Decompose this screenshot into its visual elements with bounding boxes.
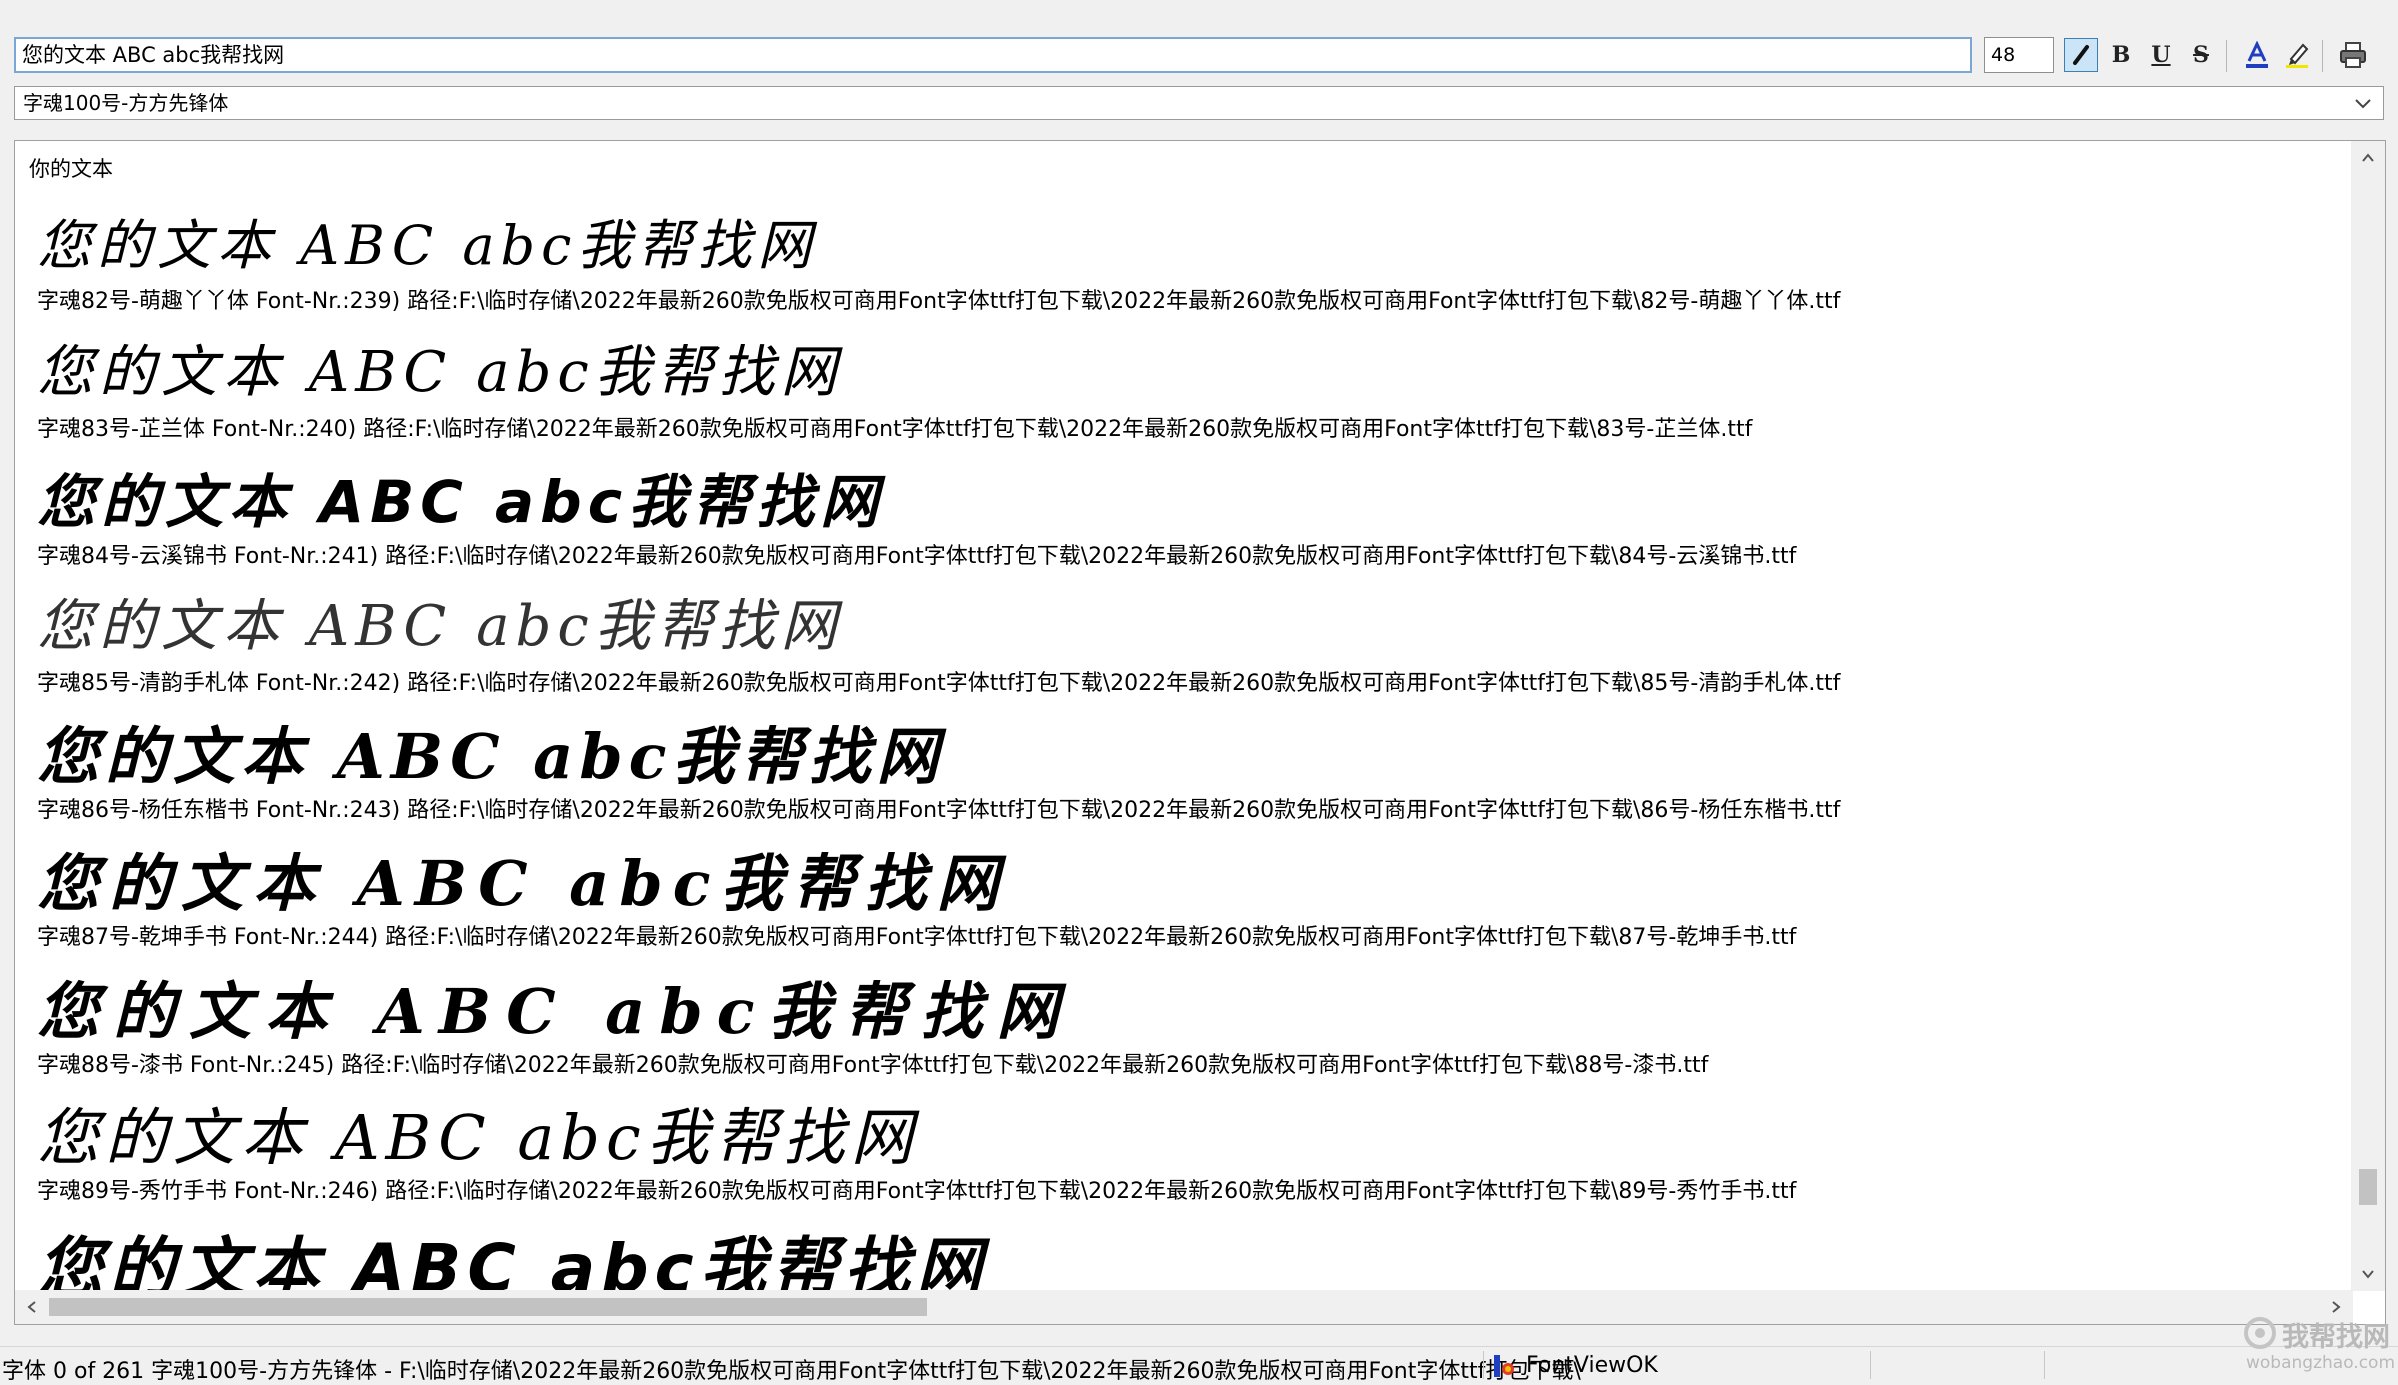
sample-text-input[interactable]: 您的文本 ABC abc我帮找网	[14, 37, 1972, 73]
status-divider	[1483, 1351, 1484, 1379]
scroll-up-icon	[2362, 153, 2374, 162]
font-sample: 您的文本 ABC abc我帮找网	[37, 1101, 919, 1174]
scroll-up-button[interactable]	[2351, 141, 2385, 175]
font-info: 字魂86号-杨任东楷书 Font-Nr.:243) 路径:F:\临时存储\202…	[37, 798, 1841, 823]
app-name: FontViewOK	[1526, 1353, 1658, 1378]
font-info: 字魂87号-乾坤手书 Font-Nr.:244) 路径:F:\临时存储\2022…	[37, 925, 1797, 950]
scroll-down-icon	[2362, 1270, 2374, 1279]
font-select[interactable]: 字魂100号-方方先锋体	[14, 86, 2384, 120]
highlighter-icon	[2286, 43, 2309, 68]
highlight-button[interactable]	[2280, 38, 2314, 72]
font-info: 字魂83号-芷兰体 Font-Nr.:240) 路径:F:\临时存储\2022年…	[37, 417, 1753, 442]
bold-button[interactable]: B	[2104, 38, 2138, 72]
font-sample: 您的文本 ABC abc我帮找网	[37, 468, 885, 536]
font-preview-pane[interactable]: 你的文本 您的文本 ABC abc我帮找网 字魂82号-萌趣丫丫体 Font-N…	[14, 140, 2386, 1325]
watermark-logo-icon	[2244, 1317, 2276, 1349]
status-bar: 字体 0 of 261 字魂100号-方方先锋体 - F:\临时存储\2022年…	[0, 1346, 2398, 1384]
chevron-down-icon	[2355, 99, 2371, 109]
print-button[interactable]	[2336, 38, 2370, 72]
font-info: 字魂84号-云溪锦书 Font-Nr.:241) 路径:F:\临时存储\2022…	[37, 544, 1797, 569]
font-info: 字魂89号-秀竹手书 Font-Nr.:246) 路径:F:\临时存储\2022…	[37, 1179, 1797, 1204]
printer-icon	[2340, 42, 2366, 68]
app-icon	[1494, 1355, 1514, 1377]
toolbar-separator	[2226, 40, 2227, 72]
watermark-text: 我帮找网	[2282, 1322, 2390, 1353]
font-select-value: 字魂100号-方方先锋体	[23, 91, 229, 115]
status-divider	[2044, 1351, 2045, 1379]
font-sample: 您的文本 ABC abc我帮找网	[37, 975, 1073, 1048]
horizontal-scrollbar[interactable]	[15, 1290, 2353, 1324]
scroll-down-button[interactable]	[2351, 1257, 2385, 1291]
horizontal-scroll-thumb[interactable]	[49, 1298, 927, 1316]
font-info: 字魂88号-漆书 Font-Nr.:245) 路径:F:\临时存储\2022年最…	[37, 1053, 1709, 1078]
font-color-icon	[2246, 41, 2268, 68]
preview-header: 你的文本	[29, 157, 113, 181]
status-text: 字体 0 of 261 字魂100号-方方先锋体 - F:\临时存储\2022年…	[2, 1359, 1581, 1384]
font-sample: 您的文本 ABC abc我帮找网	[37, 340, 843, 405]
font-info: 字魂82号-萌趣丫丫体 Font-Nr.:239) 路径:F:\临时存储\202…	[37, 289, 1841, 314]
underline-button[interactable]: U	[2144, 38, 2178, 72]
italic-button[interactable]	[2064, 38, 2098, 72]
italic-icon	[2073, 45, 2089, 65]
bold-icon: B	[2111, 42, 2131, 68]
font-sample: 您的文本 ABC abc我帮找网	[37, 214, 818, 277]
font-info: 字魂85号-清韵手札体 Font-Nr.:242) 路径:F:\临时存储\202…	[37, 671, 1841, 696]
strikethrough-button[interactable]: S	[2184, 38, 2218, 72]
scroll-left-button[interactable]	[15, 1290, 49, 1324]
scroll-left-icon	[27, 1301, 36, 1313]
strikethrough-icon: S	[2193, 42, 2209, 68]
status-divider	[1870, 1351, 1871, 1379]
toolbar-separator	[2322, 40, 2323, 72]
font-size-input[interactable]: 48	[1984, 37, 2054, 73]
vertical-scrollbar[interactable]	[2351, 141, 2385, 1291]
font-color-button[interactable]	[2240, 38, 2274, 72]
font-sample: 您的文本 ABC abc我帮找网	[37, 847, 1009, 920]
underline-icon: U	[2151, 42, 2171, 68]
font-sample: 您的文本 ABC abc我帮找网	[37, 720, 945, 793]
scroll-right-icon	[2332, 1301, 2341, 1313]
fontviewok-window: 您的文本 ABC abc我帮找网 48 B U S 字魂100号-方方先锋体 你…	[0, 0, 2398, 1384]
watermark: 我帮找网 wobangzhao.com	[2240, 1315, 2395, 1377]
watermark-url: wobangzhao.com	[2246, 1353, 2396, 1373]
font-sample: 您的文本 ABC abc我帮找网	[37, 594, 843, 659]
vertical-scroll-thumb[interactable]	[2359, 1169, 2377, 1205]
